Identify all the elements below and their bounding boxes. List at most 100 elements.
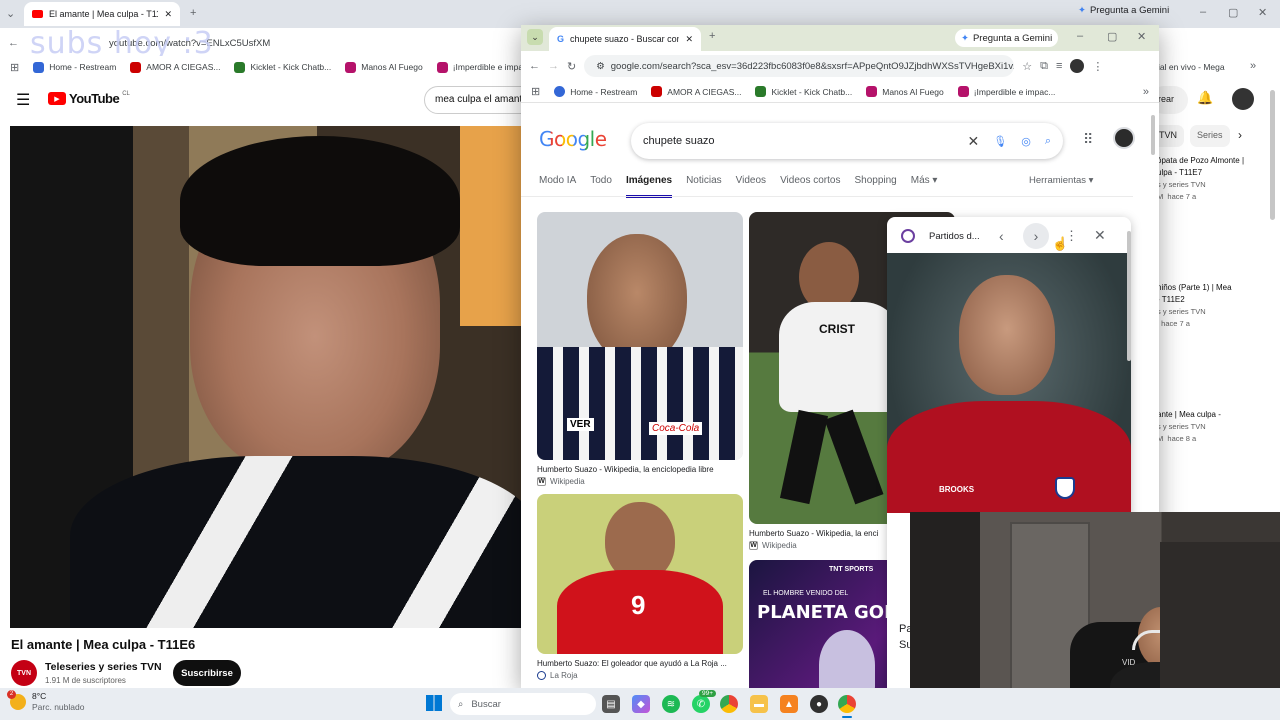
search-icon[interactable]: ⌕ [1045,135,1051,148]
obs-icon[interactable]: ● [810,695,828,713]
tab-modo-ia[interactable]: Modo IA [539,175,576,198]
panel-scrollbar[interactable] [1127,231,1131,361]
tab-shopping[interactable]: Shopping [854,175,896,198]
youtube-search-input[interactable]: mea culpa el amant [424,86,534,114]
image-result[interactable]: 9 Humberto Suazo: El goleador que ayudó … [537,494,743,680]
bookmark-item[interactable]: Home - Restream [554,86,637,97]
bg-gemini-button[interactable]: ✦ Pregunta a Gemini [1078,5,1169,16]
new-tab-icon[interactable]: + [190,7,196,19]
close-window-icon[interactable]: ✕ [1258,6,1267,19]
profile-avatar[interactable] [1070,59,1085,73]
vlc-icon[interactable]: ▲ [780,695,798,713]
promo-line-2: PLANETA GOL [757,602,896,623]
windows-start-icon[interactable] [426,695,442,711]
bookmark-item[interactable]: Kicklet - Kick Chatb... [234,61,331,73]
promo-line-1: EL HOMBRE VENIDO DEL [763,590,849,597]
recommended-item[interactable]: niños (Parte 1) | Mea - T11E2 s y series… [1157,282,1232,330]
back-icon[interactable]: ← [529,60,540,72]
task-view-icon[interactable]: ▤ [602,695,620,713]
close-window-icon[interactable]: ✕ [1137,30,1146,43]
bg-bookmark-right[interactable]: ial en vivo - Mega [1158,62,1225,72]
maximize-icon[interactable]: ▢ [1107,30,1117,43]
minimize-icon[interactable]: – [1200,6,1206,18]
chips-next-icon[interactable]: › [1238,128,1242,142]
apps-grid-icon[interactable]: ⊞ [531,85,540,98]
tab-search-icon[interactable]: ⌄ [527,29,543,45]
google-search-input[interactable]: chupete suazo ✕ 🎙 ◎ ⌕ [631,123,1063,159]
bookmark-item[interactable]: ¡Imperdible e impac... [436,61,534,73]
subscribe-button[interactable]: Suscribirse [173,660,241,686]
media-controls-icon[interactable]: ≡ [1056,60,1062,72]
weather-widget[interactable]: 2 8°C Parc. nublado [7,690,84,713]
site-info-icon[interactable]: ⚙ [596,61,605,72]
close-icon[interactable]: ✕ [164,9,172,20]
video-player[interactable] [10,126,522,628]
tab-search-icon[interactable]: ⌄ [6,7,15,20]
google-logo[interactable]: Google [539,127,607,151]
tools-button[interactable]: Herramientas ▾ [1029,175,1093,186]
tab-todo[interactable]: Todo [590,175,612,198]
forward-icon[interactable]: → [548,60,559,72]
bookmark-item[interactable]: Home - Restream [33,61,116,73]
fg-tab-google[interactable]: G chupete suazo - Buscar con Go ✕ [549,27,701,51]
recommended-item[interactable]: ópata de Pozo Almonte | ulpa - T11E7 s y… [1157,155,1244,203]
tab-mas[interactable]: Más ▾ [911,175,938,198]
bookmark-star-icon[interactable]: ☆ [1022,60,1032,73]
tab-videos[interactable]: Videos [736,175,766,198]
fg-bookmarks-bar: ⊞ Home - Restream AMOR A CIEGAS... Kickl… [521,81,1159,103]
bg-tab-youtube[interactable]: El amante | Mea culpa - T11E6 ✕ [24,2,180,26]
extensions-icon[interactable]: ⧉ [1040,60,1048,73]
bookmark-item[interactable]: Manos Al Fuego [866,86,944,97]
reload-icon[interactable]: ↻ [567,60,576,73]
page-scrollbar[interactable] [1151,115,1155,155]
file-explorer-icon[interactable]: ▬ [750,695,768,713]
close-icon[interactable]: ✕ [685,34,693,45]
google-apps-icon[interactable]: ⠿ [1083,131,1093,148]
bookmarks-overflow-icon[interactable]: » [1143,86,1149,98]
chrome-active-icon[interactable] [838,695,856,713]
chrome-icon[interactable] [720,695,738,713]
chip-series[interactable]: Series [1190,125,1230,147]
bookmark-item[interactable]: Kicklet - Kick Chatb... [755,86,852,97]
bookmark-item[interactable]: ¡Imperdible e impac... [957,86,1055,97]
fg-gemini-label: Pregunta a Gemini [972,32,1053,44]
bookmark-item[interactable]: Manos Al Fuego [345,61,423,73]
whatsapp-icon[interactable]: ✆ [692,695,710,713]
spotify-icon[interactable]: ≋ [662,695,680,713]
channel-name[interactable]: Teleseries y series TVN [45,661,162,673]
youtube-avatar[interactable] [1232,88,1254,110]
youtube-logo[interactable]: ▶ YouTube CL [48,91,130,106]
preview-close-icon[interactable]: ✕ [1094,227,1106,244]
page-scrollbar[interactable] [1270,90,1275,220]
bookmarks-overflow-icon[interactable]: » [1250,60,1256,72]
preview-source-name[interactable]: Partidos d... [929,231,980,242]
fg-gemini-button[interactable]: ✦ Pregunta a Gemini [955,29,1059,47]
taskbar-search-input[interactable]: ⌕ Buscar [450,693,596,715]
preview-prev-icon[interactable]: ‹ [999,228,1004,244]
minimize-icon[interactable]: – [1077,30,1083,42]
channel-avatar[interactable]: TVN [11,660,37,686]
tab-imagenes[interactable]: Imágenes [625,175,673,198]
recommended-item[interactable]: ante | Mea culpa - s y series TVN M hace… [1157,409,1221,445]
new-tab-icon[interactable]: + [709,30,715,42]
bookmark-item[interactable]: AMOR A CIEGAS... [130,61,220,73]
preview-next-icon[interactable]: › [1023,223,1049,249]
image-result[interactable]: VER Coca-Cola Humberto Suazo - Wikipedia… [537,212,743,486]
tab-noticias[interactable]: Noticias [686,175,722,198]
google-account-avatar[interactable] [1113,127,1135,149]
google-query: chupete suazo [643,135,715,147]
apps-grid-icon[interactable]: ⊞ [10,61,19,74]
jersey-sponsor: CRIST [819,322,855,336]
maximize-icon[interactable]: ▢ [1228,6,1238,19]
menu-icon[interactable]: ☰ [16,90,30,110]
bookmark-item[interactable]: AMOR A CIEGAS... [651,86,741,97]
back-icon[interactable]: ← [8,37,19,49]
lens-camera-icon[interactable]: ◎ [1021,135,1031,148]
browser-menu-icon[interactable]: ⋮ [1092,60,1103,73]
copilot-icon[interactable]: ◆ [632,695,650,713]
clear-icon[interactable]: ✕ [968,133,980,150]
fg-address-bar[interactable]: ⚙ google.com/search?sca_esv=36d223fbc608… [584,55,1015,77]
notifications-bell-icon[interactable]: 🔔 [1197,90,1213,106]
microphone-icon[interactable]: 🎙 [993,135,1007,148]
tab-videos-cortos[interactable]: Videos cortos [780,175,840,198]
